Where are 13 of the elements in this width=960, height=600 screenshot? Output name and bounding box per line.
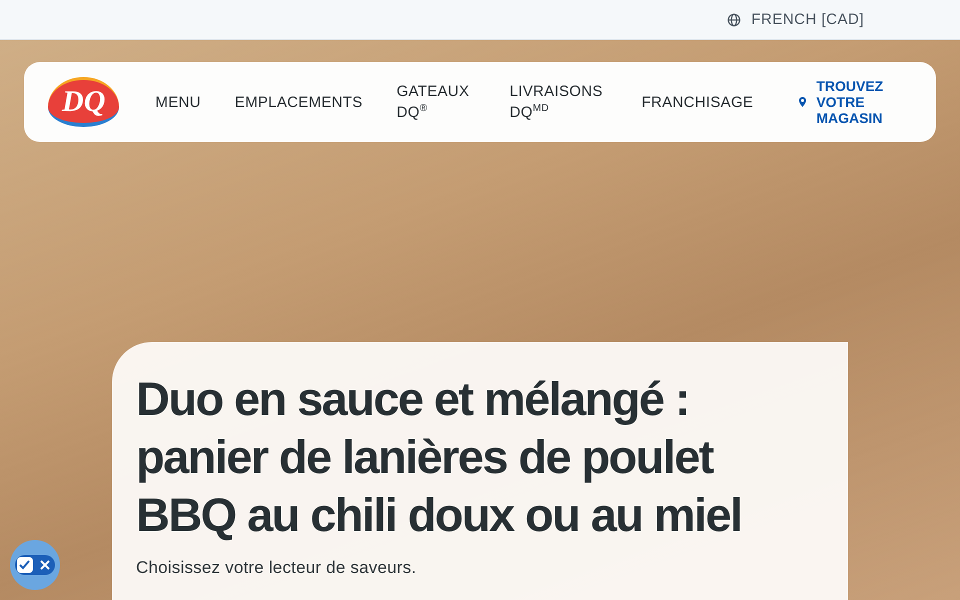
promo-subtitle: Choisissez votre lecteur de saveurs. — [136, 558, 418, 578]
brand-logo[interactable]: DQ — [48, 77, 120, 127]
language-label: FRENCH [CAD] — [751, 11, 864, 28]
promo-title: Duo en sauce et mélangé : panier de lanières de poulet BBQ au chili doux ou au miel — [136, 371, 742, 543]
store-locator-link[interactable]: TROUVEZ VOTRE MAGASIN — [799, 78, 912, 126]
language-selector[interactable]: FRENCH [CAD] — [727, 11, 864, 28]
store-locator-label: TROUVEZ VOTRE MAGASIN — [816, 78, 884, 126]
nav-link[interactable]: GATEAUX DQ$^{®}$ — [396, 83, 474, 121]
nav-link[interactable]: MENU — [155, 94, 201, 110]
nav-link[interactable]: LIVRAISONS DQ$^{MD}$ — [510, 83, 604, 121]
nav-link[interactable]: EMPLACEMENTS — [234, 94, 363, 110]
nav-link[interactable]: FRANCHISAGE — [642, 94, 754, 110]
globe-icon — [727, 12, 742, 26]
